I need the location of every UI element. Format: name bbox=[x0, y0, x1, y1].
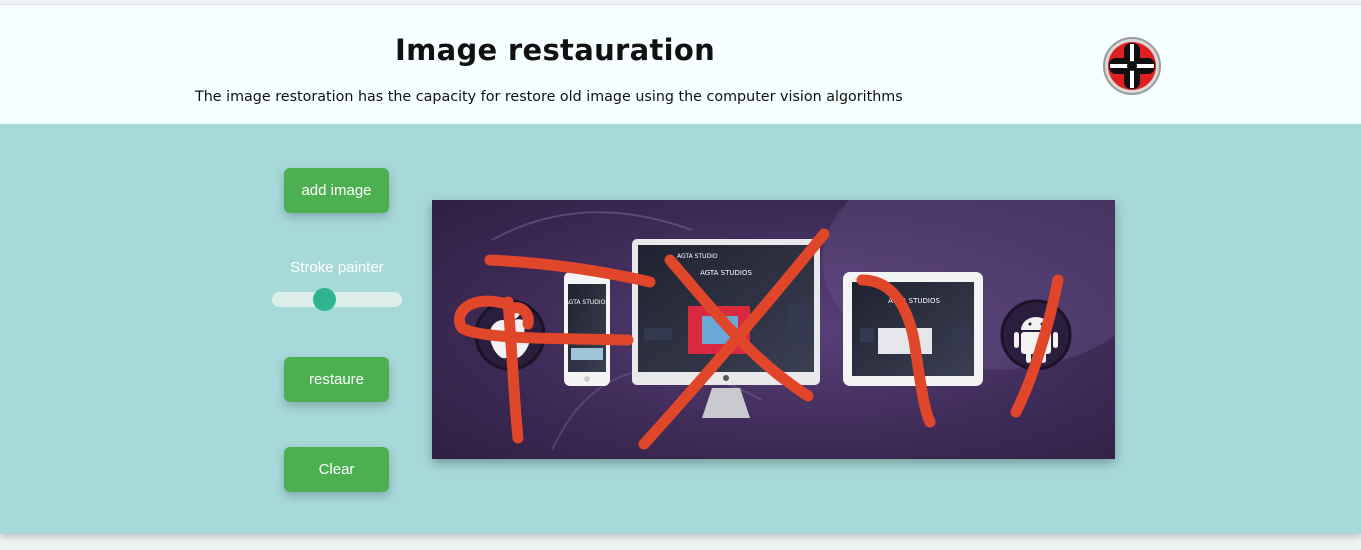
stroke-painter-label: Stroke painter bbox=[290, 259, 384, 276]
image-canvas[interactable]: AGTA STUDIOS AGTA STUDIO AGTA STUDIOS AG… bbox=[432, 200, 1115, 459]
editor-panel: add image Stroke painter restaure Clear bbox=[0, 124, 1361, 534]
add-image-button[interactable]: add image bbox=[284, 168, 389, 213]
logo-icon bbox=[1103, 37, 1161, 95]
stroke-size-slider[interactable] bbox=[272, 292, 402, 307]
canvas-image: AGTA STUDIOS AGTA STUDIO AGTA STUDIOS AG… bbox=[432, 200, 1115, 459]
page-title: Image restauration bbox=[395, 33, 716, 67]
monitor-logo-text: AGTA STUDIO bbox=[677, 253, 718, 260]
header: Image restauration The image restoration… bbox=[0, 4, 1361, 125]
monitor-studio-text: AGTA STUDIOS bbox=[700, 269, 752, 277]
clear-button[interactable]: Clear bbox=[284, 447, 389, 492]
slider-thumb[interactable] bbox=[312, 288, 336, 311]
page-subtitle: The image restoration has the capacity f… bbox=[195, 89, 903, 105]
restore-button[interactable]: restaure bbox=[284, 357, 389, 402]
phone-studio-text: AGTA STUDIOS bbox=[565, 299, 610, 306]
